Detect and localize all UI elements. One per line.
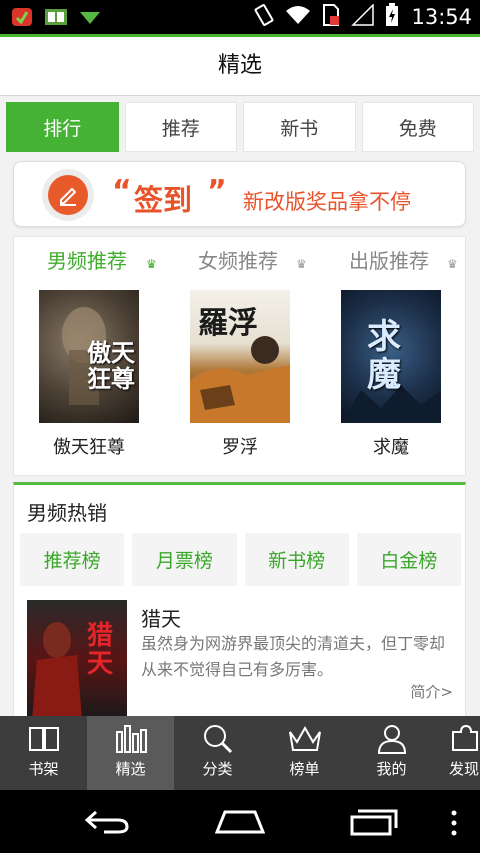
banner-slogan: 新改版奖品拿不停 [243, 190, 411, 214]
sign-in-banner[interactable]: “ 签到 ” 新改版奖品拿不停 [13, 161, 466, 227]
tab-ranking[interactable]: 排行 [6, 102, 119, 152]
cover-title: 羅浮 [198, 306, 258, 341]
nav-label: 发现 [449, 760, 480, 778]
crown-icon: ♛ [296, 257, 307, 271]
nav-discover[interactable]: 发现 [435, 716, 480, 790]
category-tabs: 排行 推荐 新书 免费 [6, 102, 474, 152]
tab-free[interactable]: 免费 [361, 102, 474, 152]
book-icon [28, 727, 59, 751]
bars-icon [115, 725, 147, 753]
nav-charts[interactable]: 榜单 [261, 716, 348, 790]
crown-icon: ♛ [146, 257, 157, 271]
cover-title: 求魔 [367, 317, 401, 395]
recommend-section: 男频推荐 ♛ 女频推荐 ♛ 出版推荐 ♛ 傲天狂尊 傲天狂尊 羅浮 罗浮 求魔 … [13, 236, 466, 476]
rec-tab-male[interactable]: 男频推荐 [47, 245, 127, 274]
book-cover: 傲天狂尊 [39, 290, 139, 423]
signal-icon [351, 3, 375, 30]
nav-mine[interactable]: 我的 [348, 716, 435, 790]
book-card[interactable]: 傲天狂尊 傲天狂尊 [39, 290, 139, 458]
rank-recommend-button[interactable]: 推荐榜 [20, 533, 125, 586]
book-notification-icon [44, 5, 68, 29]
no-sim-icon [321, 3, 341, 31]
overflow-menu-icon[interactable] [449, 810, 459, 840]
banner-badge [42, 169, 94, 221]
section-title: 男频热销 [27, 501, 107, 525]
app-notification-icon [10, 5, 34, 29]
rec-tab-female[interactable]: 女频推荐 [198, 245, 278, 274]
cover-title: 傲天狂尊 [87, 338, 135, 393]
clock: 13:54 [411, 5, 472, 29]
search-icon [203, 725, 232, 754]
crown-icon: ♛ [447, 257, 458, 271]
rec-tab-publish[interactable]: 出版推荐 [349, 245, 429, 274]
book-card[interactable]: 求魔 求魔 [341, 290, 441, 458]
pencil-icon [48, 175, 88, 215]
rank-list-buttons: 推荐榜 月票榜 新书榜 白金榜 [20, 533, 461, 586]
nav-label: 书架 [28, 760, 59, 778]
book-title: 求魔 [373, 437, 409, 458]
featured-book-cover[interactable]: 猎天 [27, 600, 127, 720]
featured-book-description: 虽然身为网游界最顶尖的清道夫，但丁零却从来不觉得自己有多厉害。 [141, 634, 446, 679]
puzzle-icon [452, 724, 478, 751]
nav-label: 分类 [202, 760, 233, 778]
intro-link[interactable]: 简介> [410, 681, 453, 702]
book-card[interactable]: 羅浮 罗浮 [190, 290, 290, 458]
nav-category[interactable]: 分类 [174, 716, 261, 790]
rank-new-book-button[interactable]: 新书榜 [244, 533, 349, 586]
app-screen: 13:54 精选 排行 推荐 新书 免费 “ 签到 ” 新改版奖品拿不停 男频推… [0, 0, 480, 853]
battery-charging-icon [385, 3, 399, 31]
hot-section: 男频热销 推荐榜 月票榜 新书榜 白金榜 猎天 猎天 虽然身为网游界最顶尖的清道… [13, 482, 466, 722]
page-title: 精选 [217, 53, 262, 78]
title-bar: 精选 [0, 34, 480, 96]
crown-icon [288, 725, 321, 751]
nav-bookshelf[interactable]: 书架 [0, 716, 87, 790]
tab-recommend[interactable]: 推荐 [124, 102, 237, 152]
banner-open-quote: “ [112, 174, 132, 209]
back-icon[interactable] [84, 808, 130, 838]
home-icon[interactable] [214, 808, 266, 838]
nav-label: 榜单 [289, 760, 320, 778]
tab-new-books[interactable]: 新书 [243, 102, 356, 152]
nav-label: 精选 [115, 760, 146, 778]
system-nav-bar [0, 790, 480, 853]
vibrate-icon [253, 3, 275, 31]
recent-apps-icon[interactable] [350, 808, 398, 840]
book-cover: 求魔 [341, 290, 441, 423]
download-arrow-icon [78, 5, 102, 29]
cover-title: 猎天 [87, 621, 114, 679]
bottom-nav: 书架 精选 分类 榜单 我的 发现 [0, 716, 480, 790]
book-title: 罗浮 [222, 437, 258, 458]
status-bar: 13:54 [0, 0, 480, 34]
rank-monthly-ticket-button[interactable]: 月票榜 [132, 533, 237, 586]
wifi-icon [285, 4, 311, 30]
person-icon [377, 725, 406, 754]
book-title: 傲天狂尊 [53, 437, 125, 458]
nav-label: 我的 [376, 760, 407, 778]
banner-keyword: 签到 [134, 183, 193, 217]
rank-platinum-button[interactable]: 白金榜 [356, 533, 461, 586]
featured-book-title[interactable]: 猎天 [141, 603, 181, 632]
nav-featured[interactable]: 精选 [87, 716, 174, 790]
banner-close-quote: ” [207, 174, 227, 209]
book-cover: 羅浮 [190, 290, 290, 423]
